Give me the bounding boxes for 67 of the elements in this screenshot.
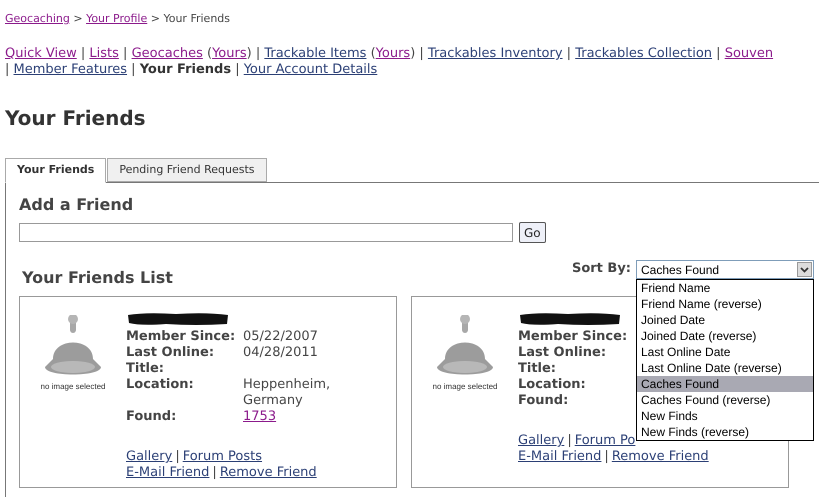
separator-text: > — [150, 12, 161, 25]
nav-link[interactable]: Your Account Details — [244, 62, 378, 77]
nav-link[interactable]: Geocaches — [132, 46, 203, 61]
separator-text: | — [212, 465, 217, 481]
breadcrumb-link[interactable]: Geocaching — [5, 12, 70, 25]
separator-text: | — [604, 449, 609, 465]
friend-action-link[interactable]: Forum Po — [574, 433, 636, 449]
friend-action-link[interactable]: Remove Friend — [220, 465, 317, 481]
current-page-label: Your Friends — [140, 62, 232, 77]
separator-text: ) | — [410, 46, 425, 61]
friend-action-link[interactable]: Gallery — [126, 449, 172, 465]
chevron-down-icon — [797, 262, 812, 277]
friend-action-link[interactable]: Gallery — [518, 433, 564, 449]
nav-link[interactable]: Yours — [212, 46, 247, 61]
separator-text: | — [130, 62, 137, 77]
friend-action-link[interactable]: Remove Friend — [612, 449, 709, 465]
field-value: 05/22/2007 — [243, 329, 319, 345]
separator-text: | — [80, 46, 86, 61]
friend-action-link[interactable]: E-Mail Friend — [518, 449, 602, 465]
nav-link[interactable]: Lists — [89, 46, 119, 61]
nav-link[interactable]: Trackable Items — [264, 46, 366, 61]
field-label: Last Online: — [518, 345, 608, 361]
tab[interactable]: Pending Friend Requests — [107, 158, 267, 182]
separator-text: > — [72, 12, 84, 25]
go-button[interactable]: Go — [519, 222, 546, 243]
current-page-label: Your Friends — [163, 12, 230, 25]
breadcrumb-link[interactable]: Your Profile — [86, 12, 148, 25]
page-title: Your Friends — [4, 105, 147, 130]
separator-text: | — [122, 46, 128, 61]
nav-link[interactable]: Member Features — [14, 62, 128, 77]
section-heading: Add a Friend — [19, 195, 134, 215]
sort-label: Sort By: — [572, 261, 631, 277]
nav-link[interactable]: Trackables Inventory — [428, 46, 563, 61]
sort-option[interactable]: Caches Found — [637, 376, 813, 392]
field-label: Title: — [126, 361, 166, 377]
nav-link[interactable]: Yours — [376, 46, 410, 61]
nav-link[interactable]: Souven — [724, 46, 774, 61]
sort-dropdown[interactable]: Caches Found — [636, 260, 814, 279]
separator-text: | — [567, 433, 572, 449]
separator-text: ( — [370, 46, 376, 61]
nav-link[interactable]: Trackables Collection — [575, 46, 712, 61]
friend-search-field[interactable] — [19, 223, 513, 242]
separator-text: ( — [206, 46, 212, 61]
section-heading: Your Friends List — [21, 268, 173, 288]
field-label: Location: — [126, 377, 195, 394]
nav-link[interactable]: Quick View — [5, 46, 77, 61]
separator-text: ) | — [246, 46, 262, 61]
separator-text: | — [566, 46, 572, 61]
tab[interactable]: Your Friends — [5, 158, 106, 183]
field-label: Location: — [518, 377, 587, 393]
separator-text: | — [715, 46, 722, 61]
avatar-caption: no image selected — [432, 381, 498, 393]
field-label: Found: — [518, 393, 570, 409]
separator-text: | — [5, 62, 10, 77]
field-label: Last Online: — [126, 345, 216, 361]
friend-action-link[interactable]: Forum Posts — [182, 449, 262, 465]
separator-text: | — [175, 449, 180, 465]
field-label: Title: — [518, 361, 558, 377]
avatar-caption: no image selected — [40, 381, 106, 393]
found-count-link[interactable]: 1753 — [243, 409, 276, 425]
friend-action-link[interactable]: E-Mail Friend — [126, 465, 210, 481]
field-value: 04/28/2011 — [243, 345, 319, 361]
field-label: Member Since: — [126, 329, 236, 345]
field-label: Member Since: — [518, 329, 628, 345]
separator-text: | — [234, 62, 241, 77]
field-value: Heppenheim, Germany — [243, 377, 332, 409]
field-label: Found: — [126, 409, 178, 425]
